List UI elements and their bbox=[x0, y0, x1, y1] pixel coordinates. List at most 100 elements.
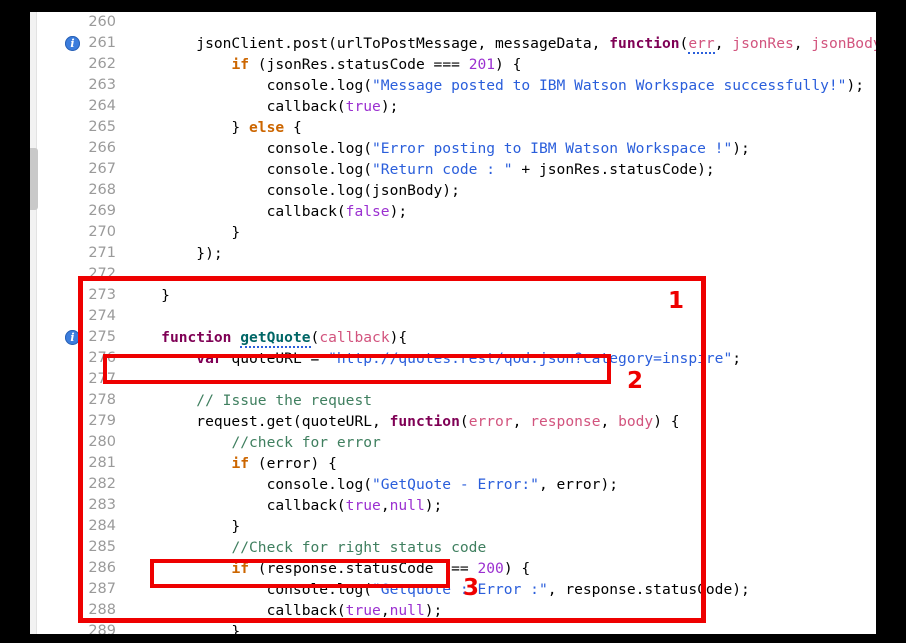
gutter-separator bbox=[122, 495, 123, 516]
gutter-separator bbox=[122, 621, 123, 634]
code-line[interactable]: 274 bbox=[60, 306, 876, 327]
gutter-separator bbox=[122, 285, 123, 306]
code-line[interactable]: 268 console.log(jsonBody); bbox=[60, 180, 876, 201]
code-line[interactable]: 285 //Check for right status code bbox=[60, 537, 876, 558]
line-number: 260 bbox=[88, 14, 116, 30]
line-number: 284 bbox=[88, 518, 116, 534]
code-line[interactable]: 267 console.log("Return code : " + jsonR… bbox=[60, 159, 876, 180]
line-number: 274 bbox=[88, 308, 116, 324]
code-line[interactable]: 279 request.get(quoteURL, function(error… bbox=[60, 411, 876, 432]
code-text: } bbox=[126, 623, 241, 634]
code-text: callback(true,null); bbox=[126, 497, 443, 514]
code-line[interactable]: 270 } bbox=[60, 222, 876, 243]
code-text: //Check for right status code bbox=[231, 539, 487, 556]
code-line[interactable]: 278 // Issue the request bbox=[60, 390, 876, 411]
code-line[interactable]: 261 jsonClient.post(urlToPostMessage, me… bbox=[60, 33, 876, 54]
code-line[interactable]: 266 console.log("Error posting to IBM Wa… bbox=[60, 138, 876, 159]
gutter-separator bbox=[122, 327, 123, 348]
line-number: 265 bbox=[88, 119, 116, 135]
code-text: console.log("Getquote : Error :", respon… bbox=[126, 581, 750, 598]
gutter-separator bbox=[122, 474, 123, 495]
code-line[interactable]: 272 bbox=[60, 264, 876, 285]
line-number: 272 bbox=[88, 266, 116, 282]
editor-rail-marker[interactable] bbox=[30, 148, 38, 210]
code-text: callback(false); bbox=[126, 203, 408, 220]
code-line[interactable]: 282 console.log("GetQuote - Error:", err… bbox=[60, 474, 876, 495]
gutter-separator bbox=[122, 600, 123, 621]
code-text: // Issue the request bbox=[196, 392, 373, 409]
line-number: 277 bbox=[88, 371, 116, 387]
code-line[interactable]: 276 var quoteURL = "http://quotes.rest/q… bbox=[60, 348, 876, 369]
gutter-separator bbox=[122, 516, 123, 537]
line-number: 266 bbox=[88, 140, 116, 156]
code-text: } bbox=[126, 287, 170, 304]
line-number: 289 bbox=[88, 623, 116, 634]
line-number: 273 bbox=[88, 287, 116, 303]
line-number: 264 bbox=[88, 98, 116, 114]
gutter-separator bbox=[122, 432, 123, 453]
code-editor[interactable]: 260 261 jsonClient.post(urlToPostMessage,… bbox=[30, 12, 876, 634]
line-number: 271 bbox=[88, 245, 116, 261]
line-number: 281 bbox=[88, 455, 116, 471]
annotation-label-2: 2 bbox=[627, 368, 644, 394]
code-text: } else { bbox=[126, 119, 302, 136]
line-number: 263 bbox=[88, 77, 116, 93]
code-text: console.log("Error posting to IBM Watson… bbox=[126, 140, 750, 157]
gutter-separator bbox=[122, 558, 123, 579]
gutter-separator bbox=[122, 264, 123, 285]
line-number: 287 bbox=[88, 581, 116, 597]
code-text: console.log("Return code : " + jsonRes.s… bbox=[126, 161, 715, 178]
code-text: if (jsonRes.statusCode === 201) { bbox=[231, 56, 522, 73]
gutter-separator bbox=[122, 348, 123, 369]
gutter-separator bbox=[122, 12, 123, 33]
gutter-separator bbox=[122, 411, 123, 432]
line-number: 286 bbox=[88, 560, 116, 576]
code-line[interactable]: 284 } bbox=[60, 516, 876, 537]
annotation-label-3: 3 bbox=[463, 575, 480, 601]
gutter-separator bbox=[122, 54, 123, 75]
code-line[interactable]: 269 callback(false); bbox=[60, 201, 876, 222]
code-line[interactable]: 281 if (error) { bbox=[60, 453, 876, 474]
code-line[interactable]: 288 callback(true,null); bbox=[60, 600, 876, 621]
line-number: 262 bbox=[88, 56, 116, 72]
line-number: 270 bbox=[88, 224, 116, 240]
line-number: 285 bbox=[88, 539, 116, 555]
gutter-separator bbox=[122, 33, 123, 54]
gutter-separator bbox=[122, 96, 123, 117]
code-text: jsonClient.post(urlToPostMessage, messag… bbox=[126, 35, 876, 54]
gutter-separator bbox=[122, 453, 123, 474]
code-lines-container[interactable]: 260 261 jsonClient.post(urlToPostMessage,… bbox=[60, 12, 876, 634]
code-line[interactable]: 283 callback(true,null); bbox=[60, 495, 876, 516]
code-text: request.get(quoteURL, function(error, re… bbox=[126, 413, 680, 430]
code-line[interactable]: 262 if (jsonRes.statusCode === 201) { bbox=[60, 54, 876, 75]
code-text: //check for error bbox=[231, 434, 381, 451]
editor-left-rail bbox=[30, 12, 37, 634]
screenshot-root: 260 261 jsonClient.post(urlToPostMessage,… bbox=[0, 0, 906, 643]
code-line[interactable]: 263 console.log("Message posted to IBM W… bbox=[60, 75, 876, 96]
code-text: function getQuote(callback){ bbox=[161, 329, 408, 348]
code-line[interactable]: 280 //check for error bbox=[60, 432, 876, 453]
line-number: 269 bbox=[88, 203, 116, 219]
code-line[interactable]: 264 callback(true); bbox=[60, 96, 876, 117]
code-line[interactable]: 271 }); bbox=[60, 243, 876, 264]
code-text: callback(true); bbox=[126, 98, 399, 115]
gutter-separator bbox=[122, 243, 123, 264]
code-text: callback(true,null); bbox=[126, 602, 443, 619]
code-line[interactable]: 273 } bbox=[60, 285, 876, 306]
line-number: 268 bbox=[88, 182, 116, 198]
gutter-separator bbox=[122, 579, 123, 600]
code-text: } bbox=[126, 518, 241, 535]
code-line[interactable]: 265 } else { bbox=[60, 117, 876, 138]
line-number: 282 bbox=[88, 476, 116, 492]
gutter-separator bbox=[122, 159, 123, 180]
gutter-separator bbox=[122, 117, 123, 138]
code-line[interactable]: 260 bbox=[60, 12, 876, 33]
code-line[interactable]: 277 bbox=[60, 369, 876, 390]
code-line[interactable]: 275 function getQuote(callback){ bbox=[60, 327, 876, 348]
gutter-separator bbox=[122, 390, 123, 411]
code-line[interactable]: 289 } bbox=[60, 621, 876, 634]
line-number: 278 bbox=[88, 392, 116, 408]
gutter-separator bbox=[122, 75, 123, 96]
code-text: var quoteURL = "http://quotes.rest/qod.j… bbox=[196, 350, 742, 367]
line-number: 276 bbox=[88, 350, 116, 366]
